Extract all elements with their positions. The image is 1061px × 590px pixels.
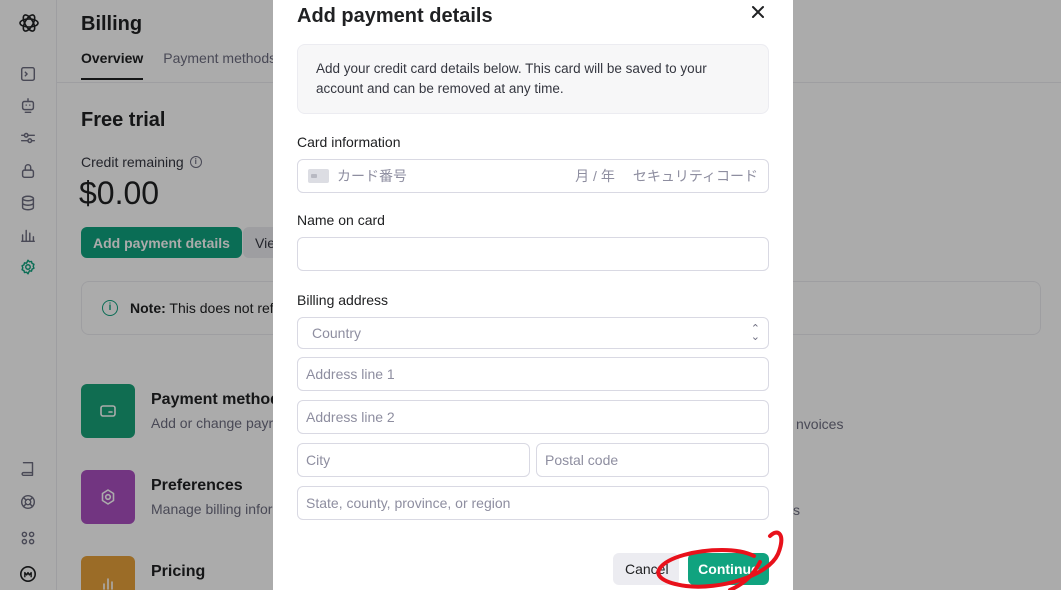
billing-address-label: Billing address: [297, 292, 389, 308]
city-input[interactable]: City: [297, 443, 530, 477]
credit-card-icon: [308, 169, 329, 183]
dialog-title: Add payment details: [297, 5, 493, 27]
chevron-up-down-icon: ⌃ ⌄: [750, 323, 760, 343]
state-region-input[interactable]: State, county, province, or region: [297, 486, 769, 520]
close-icon: [752, 5, 764, 18]
postal-code-input[interactable]: Postal code: [536, 443, 769, 477]
card-expiry-field[interactable]: 月 / 年: [575, 166, 615, 186]
name-on-card-input[interactable]: [297, 237, 769, 271]
address-line-1-input[interactable]: Address line 1: [297, 357, 769, 391]
country-placeholder: Country: [312, 325, 362, 341]
country-select[interactable]: Country ⌃ ⌄: [297, 317, 769, 349]
card-information-input[interactable]: カード番号 月 / 年 セキュリティコード: [297, 159, 769, 193]
continue-button[interactable]: Continue: [688, 553, 769, 585]
info-panel: Add your credit card details below. This…: [297, 44, 769, 114]
cancel-button[interactable]: Cancel: [613, 553, 679, 585]
card-number-field[interactable]: カード番号: [337, 166, 407, 186]
add-payment-dialog: Add payment details Add your credit card…: [273, 0, 793, 590]
name-on-card-label: Name on card: [297, 212, 385, 228]
close-button[interactable]: [749, 4, 767, 22]
card-information-label: Card information: [297, 134, 401, 150]
card-cvc-field[interactable]: セキュリティコード: [633, 166, 758, 186]
address-line-2-input[interactable]: Address line 2: [297, 400, 769, 434]
